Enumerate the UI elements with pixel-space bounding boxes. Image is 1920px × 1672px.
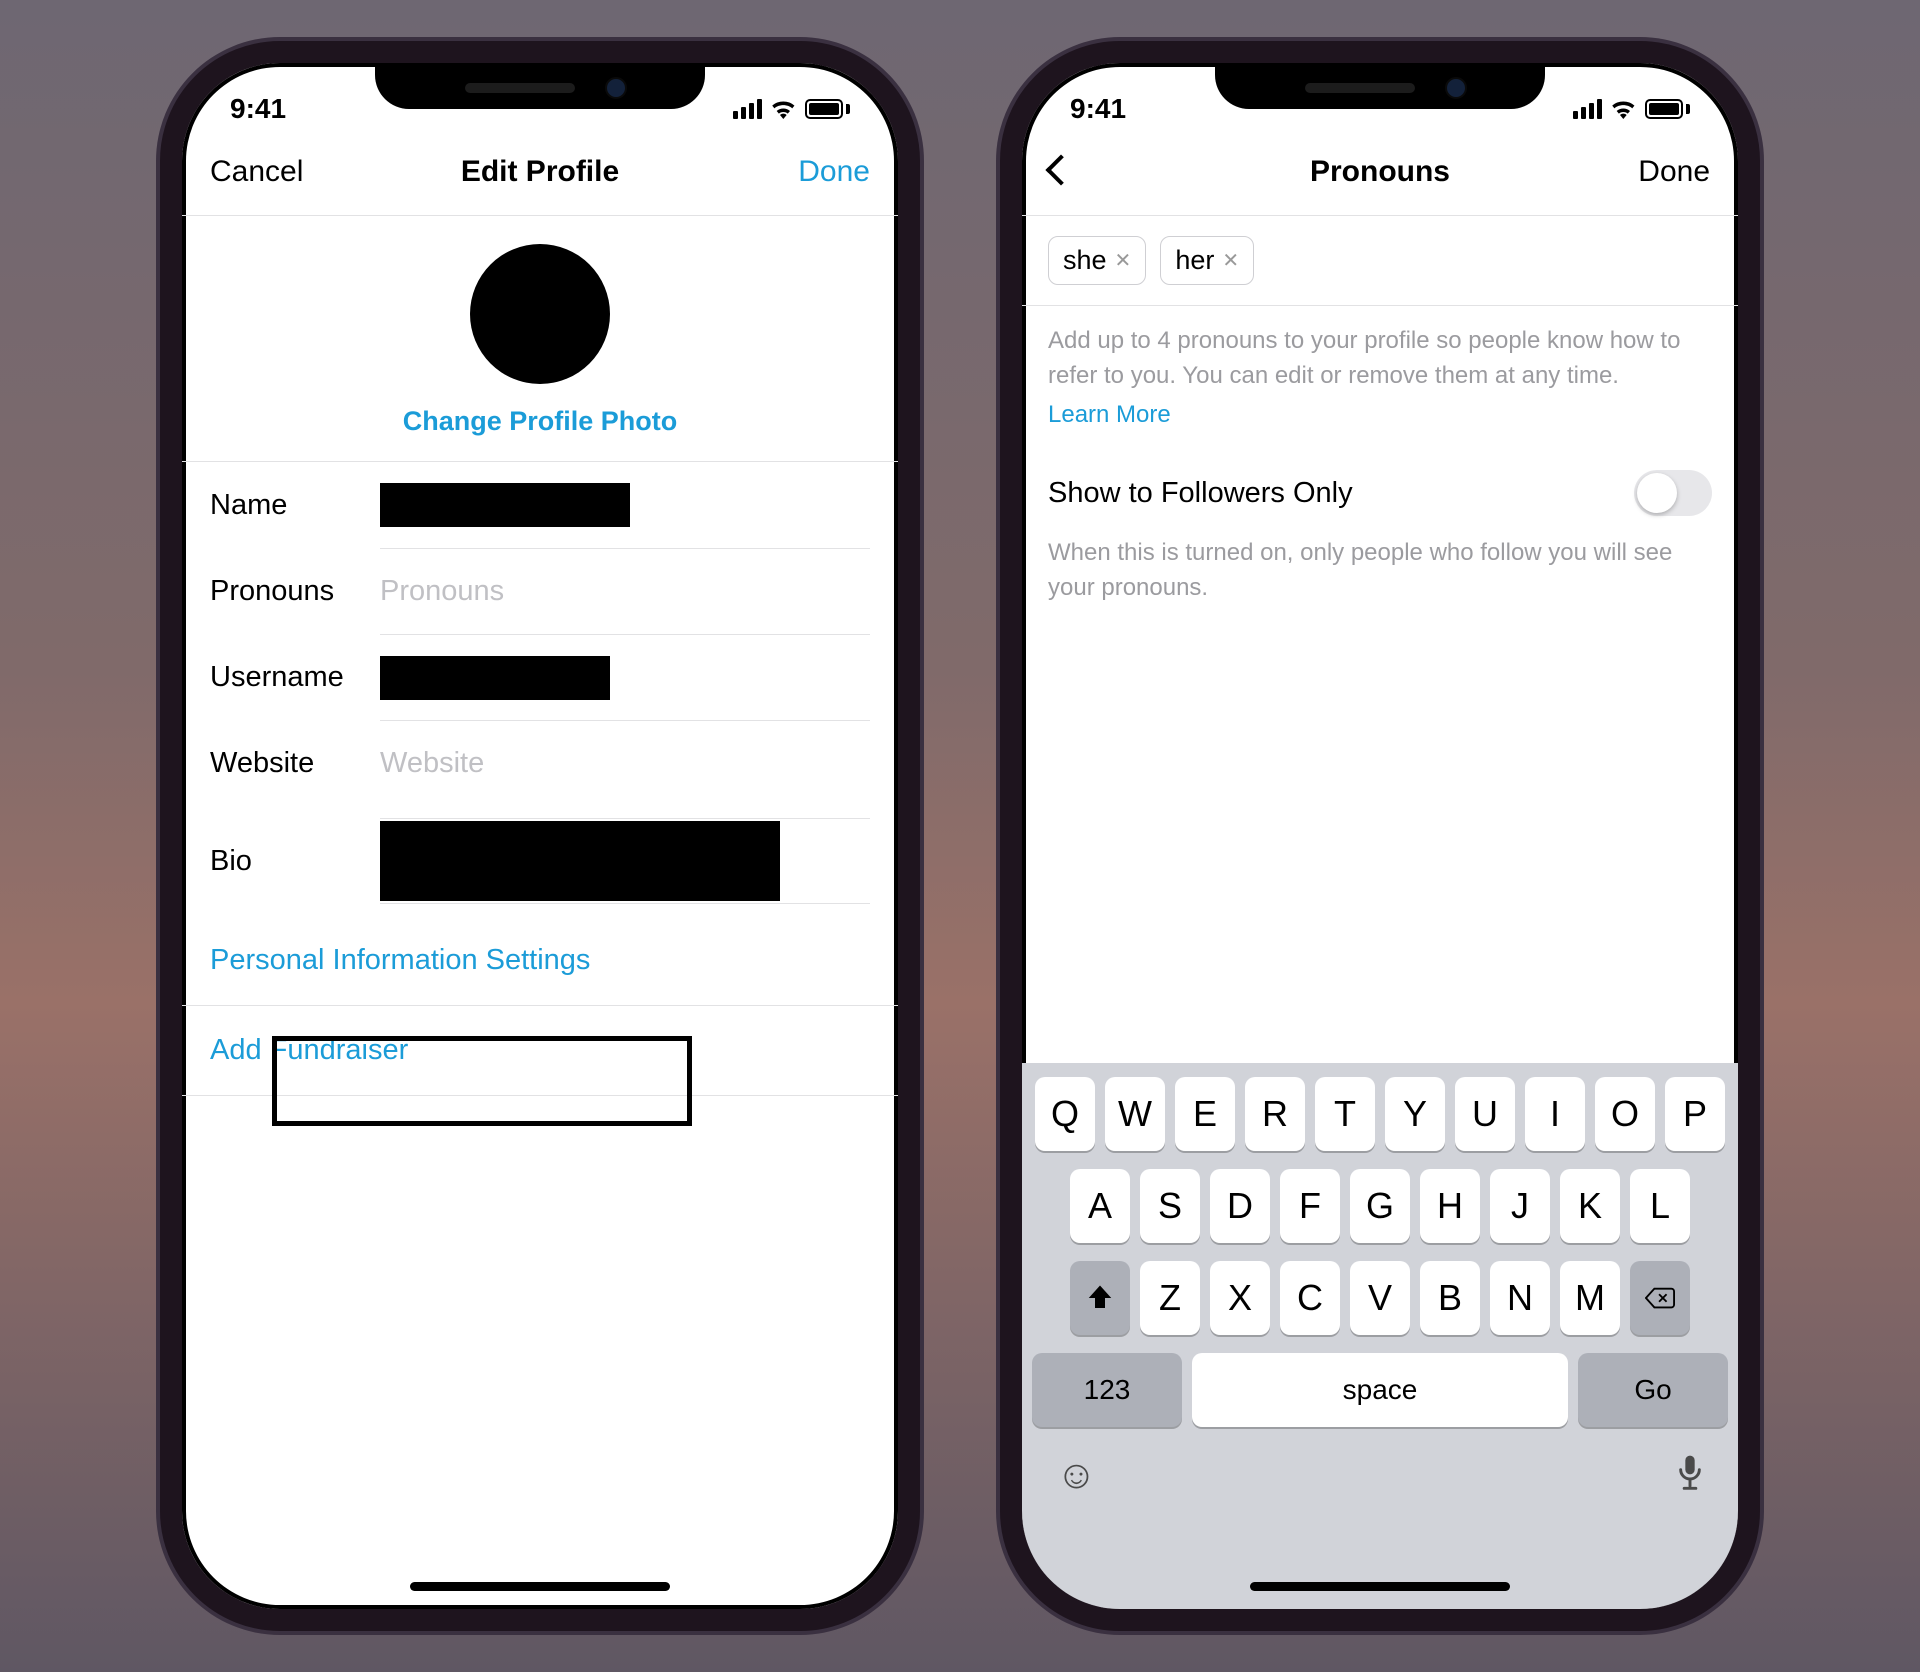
- name-row[interactable]: Name: [182, 462, 898, 548]
- pronoun-chips[interactable]: she✕ her✕: [1022, 216, 1738, 306]
- page-title: Edit Profile: [461, 155, 619, 189]
- name-label: Name: [210, 489, 380, 522]
- key-l[interactable]: L: [1630, 1169, 1690, 1243]
- pronoun-chip[interactable]: she✕: [1048, 236, 1146, 285]
- key-p[interactable]: P: [1665, 1077, 1725, 1151]
- key-h[interactable]: H: [1420, 1169, 1480, 1243]
- name-value-redacted: [380, 483, 630, 527]
- notch: [1215, 61, 1545, 109]
- profile-photo-section: Change Profile Photo: [182, 216, 898, 462]
- avatar[interactable]: [470, 244, 610, 384]
- cellular-icon: [733, 99, 762, 119]
- personal-info-link[interactable]: Personal Information Settings: [182, 916, 898, 1006]
- key-s[interactable]: S: [1140, 1169, 1200, 1243]
- remove-chip-icon[interactable]: ✕: [1115, 248, 1132, 273]
- battery-icon: [1645, 99, 1690, 119]
- key-i[interactable]: I: [1525, 1077, 1585, 1151]
- followers-only-row: Show to Followers Only: [1022, 436, 1738, 536]
- key-x[interactable]: X: [1210, 1261, 1270, 1335]
- key-d[interactable]: D: [1210, 1169, 1270, 1243]
- website-label: Website: [210, 747, 380, 780]
- numbers-key[interactable]: 123: [1032, 1353, 1182, 1427]
- key-e[interactable]: E: [1175, 1077, 1235, 1151]
- backspace-key[interactable]: [1630, 1261, 1690, 1335]
- key-r[interactable]: R: [1245, 1077, 1305, 1151]
- status-time: 9:41: [1070, 93, 1126, 125]
- shift-key[interactable]: [1070, 1261, 1130, 1335]
- nav-bar: Cancel Edit Profile Done: [182, 133, 898, 216]
- page-title: Pronouns: [1310, 155, 1450, 189]
- key-y[interactable]: Y: [1385, 1077, 1445, 1151]
- toggle-subtext: When this is turned on, only people who …: [1022, 536, 1738, 626]
- phone-edit-profile: 9:41 Cancel Edit Profile Done Change Pro…: [160, 41, 920, 1631]
- wifi-icon: [1610, 99, 1637, 119]
- cellular-icon: [1573, 99, 1602, 119]
- key-b[interactable]: B: [1420, 1261, 1480, 1335]
- done-button[interactable]: Done: [760, 155, 870, 189]
- home-indicator[interactable]: [410, 1582, 670, 1591]
- done-button[interactable]: Done: [1600, 155, 1710, 189]
- key-j[interactable]: J: [1490, 1169, 1550, 1243]
- keyboard[interactable]: QWERTYUIOP ASDFGHJKL ZXCVBNM 123 space G…: [1022, 1063, 1738, 1609]
- pronouns-placeholder: Pronouns: [380, 575, 504, 608]
- key-f[interactable]: F: [1280, 1169, 1340, 1243]
- go-key[interactable]: Go: [1578, 1353, 1728, 1427]
- notch: [375, 61, 705, 109]
- nav-bar: Pronouns Done: [1022, 133, 1738, 216]
- key-q[interactable]: Q: [1035, 1077, 1095, 1151]
- username-value-redacted: [380, 656, 610, 700]
- username-row[interactable]: Username: [182, 634, 898, 720]
- status-time: 9:41: [230, 93, 286, 125]
- wifi-icon: [770, 99, 797, 119]
- key-m[interactable]: M: [1560, 1261, 1620, 1335]
- space-key[interactable]: space: [1192, 1353, 1568, 1427]
- hint-text: Add up to 4 pronouns to your profile so …: [1022, 306, 1738, 436]
- chevron-left-icon: [1045, 154, 1076, 185]
- dictation-key[interactable]: [1676, 1453, 1704, 1501]
- emoji-key[interactable]: ☺: [1056, 1453, 1097, 1501]
- key-t[interactable]: T: [1315, 1077, 1375, 1151]
- key-g[interactable]: G: [1350, 1169, 1410, 1243]
- back-button[interactable]: [1050, 155, 1160, 189]
- change-photo-button[interactable]: Change Profile Photo: [403, 406, 678, 437]
- website-placeholder: Website: [380, 747, 484, 780]
- pronouns-row[interactable]: Pronouns Pronouns: [182, 548, 898, 634]
- key-c[interactable]: C: [1280, 1261, 1340, 1335]
- pronouns-label: Pronouns: [210, 575, 380, 608]
- cancel-button[interactable]: Cancel: [210, 155, 320, 189]
- home-indicator[interactable]: [1250, 1582, 1510, 1591]
- key-w[interactable]: W: [1105, 1077, 1165, 1151]
- key-k[interactable]: K: [1560, 1169, 1620, 1243]
- key-v[interactable]: V: [1350, 1261, 1410, 1335]
- toggle-label: Show to Followers Only: [1048, 477, 1353, 510]
- followers-only-toggle[interactable]: [1634, 470, 1712, 516]
- key-z[interactable]: Z: [1140, 1261, 1200, 1335]
- learn-more-link[interactable]: Learn More: [1048, 398, 1712, 433]
- bio-label: Bio: [210, 845, 380, 878]
- add-fundraiser-link[interactable]: Add Fundraiser: [182, 1006, 898, 1096]
- phone-pronouns: 9:41 Pronouns Done she✕ her✕ Add up to 4…: [1000, 41, 1760, 1631]
- key-n[interactable]: N: [1490, 1261, 1550, 1335]
- bio-row[interactable]: Bio: [182, 806, 898, 916]
- bio-value-redacted: [380, 821, 780, 901]
- username-label: Username: [210, 661, 380, 694]
- battery-icon: [805, 99, 850, 119]
- website-row[interactable]: Website Website: [182, 720, 898, 806]
- key-o[interactable]: O: [1595, 1077, 1655, 1151]
- key-a[interactable]: A: [1070, 1169, 1130, 1243]
- key-u[interactable]: U: [1455, 1077, 1515, 1151]
- pronoun-chip[interactable]: her✕: [1160, 236, 1254, 285]
- remove-chip-icon[interactable]: ✕: [1222, 248, 1239, 273]
